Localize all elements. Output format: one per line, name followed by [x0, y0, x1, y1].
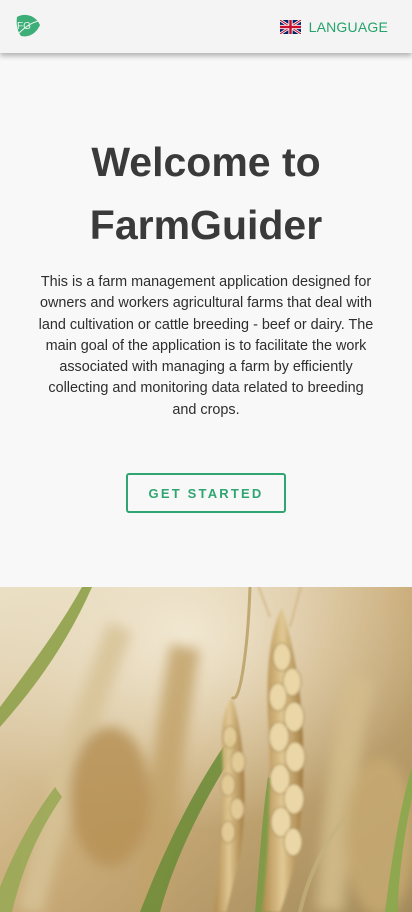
app-description: This is a farm management application de…: [38, 274, 374, 418]
wheat-field-image: [0, 587, 412, 912]
leaf-logo-icon: FG: [16, 14, 40, 37]
language-label: LANGUAGE: [308, 19, 388, 35]
uk-flag-icon: [279, 20, 301, 34]
top-bar: FG LANGUAGE: [0, 0, 412, 53]
page-title: Welcome to FarmGuider: [89, 139, 323, 248]
hero-section: Welcome to FarmGuider This is a farm man…: [0, 53, 412, 587]
app-logo[interactable]: FG: [15, 12, 42, 39]
language-selector[interactable]: LANGUAGE: [279, 17, 388, 37]
get-started-button[interactable]: GET STARTED: [126, 473, 286, 513]
wheat-photo: [0, 587, 412, 912]
logo-text: FG: [17, 21, 31, 32]
page: FG LANGUAGE Welcome to FarmGuider This i…: [0, 0, 412, 912]
